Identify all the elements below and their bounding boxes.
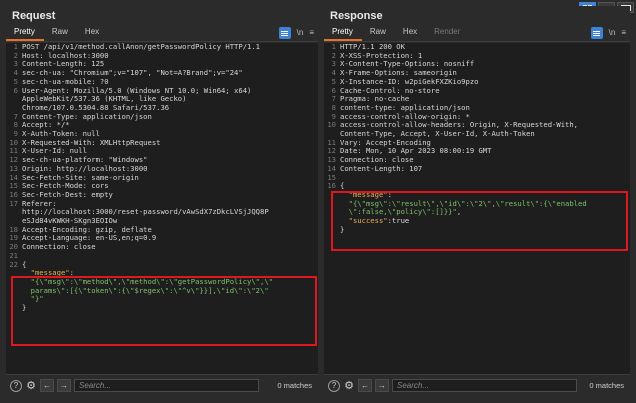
next-match-icon[interactable]: → [57,379,71,392]
menu-icon[interactable]: ≡ [309,27,314,39]
line-number: 17 [9,198,18,208]
response-footer: ? ⚙ ← → Search... 0 matches [324,374,630,396]
newline-toggle[interactable]: \n [297,27,304,39]
request-footer: ? ⚙ ← → Search... 0 matches [6,374,318,396]
request-pane: Request Pretty Raw Hex \n ≡ 1 POST /api/v… [6,6,318,396]
pretty-print-icon[interactable] [590,27,603,39]
request-highlight-box [11,276,317,346]
line-number [6,208,22,217]
newline-toggle[interactable]: \n [609,27,616,39]
line-text: Connection: close [22,242,96,252]
code-line: 14 Content-Length: 107 [324,163,630,174]
response-tab-hex[interactable]: Hex [395,25,426,41]
response-editor[interactable]: 1 HTTP/1.1 200 OK 2 X-XSS-Protection: 1 3 X-C… [324,43,630,374]
settings-icon[interactable]: ⚙ [343,380,355,392]
help-icon[interactable]: ? [328,379,340,392]
code-line: 21 [6,251,318,261]
line-number: 6 [13,85,18,95]
response-highlight-box [331,191,628,251]
response-tab-raw[interactable]: Raw [362,25,395,41]
line-number: 22 [9,259,18,269]
request-tab-raw[interactable]: Raw [44,25,77,41]
pretty-print-icon[interactable] [278,27,291,39]
request-editor[interactable]: 1 POST /api/v1/method.callAnon/getPasswor… [6,43,318,374]
response-search-input[interactable]: Search... [392,379,577,392]
request-tab-pretty[interactable]: Pretty [6,25,44,41]
request-search-input[interactable]: Search... [74,379,259,392]
line-number: 16 [327,181,336,191]
response-title: Response [330,10,383,22]
request-tabbar: Pretty Raw Hex \n ≡ [6,26,318,42]
settings-icon[interactable]: ⚙ [25,380,37,392]
prev-match-icon[interactable]: ← [40,379,54,392]
code-line: 20 Connection: close [6,242,318,252]
prev-match-icon[interactable]: ← [358,379,372,392]
line-text: Content-Length: 107 [340,163,423,173]
response-tabbar: Pretty Raw Hex Render \n ≡ [324,26,630,42]
request-title: Request [12,10,56,22]
request-matches: 0 matches [277,381,312,390]
line-number: 10 [327,120,336,130]
menu-icon[interactable]: ≡ [621,27,626,39]
request-tab-hex[interactable]: Hex [77,25,108,41]
response-pane: Response Pretty Raw Hex Render \n ≡ 1 HTT… [324,6,630,396]
response-tab-pretty[interactable]: Pretty [324,25,362,41]
code-line: 15 [324,173,630,183]
response-tab-render[interactable]: Render [426,25,469,41]
help-icon[interactable]: ? [10,379,22,392]
next-match-icon[interactable]: → [375,379,389,392]
line-number [6,95,22,104]
response-matches: 0 matches [589,381,624,390]
